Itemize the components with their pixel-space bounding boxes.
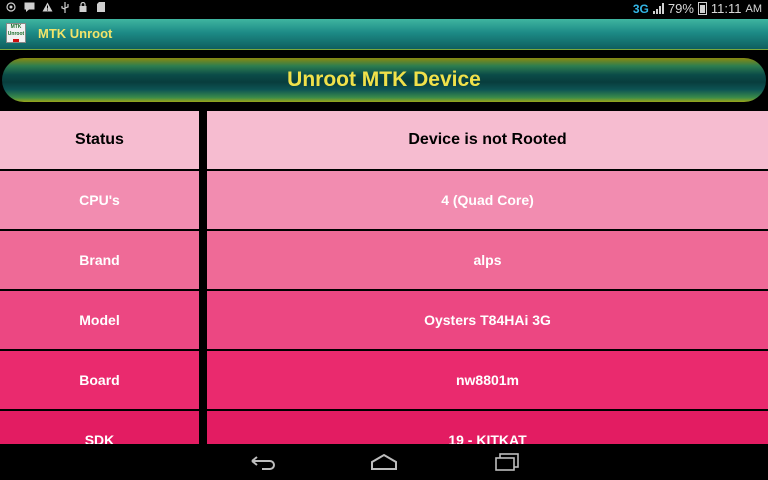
warning-icon xyxy=(42,2,53,12)
battery-icon xyxy=(697,2,707,15)
navigation-bar xyxy=(0,444,768,480)
table-row-status: Status Device is not Rooted xyxy=(0,111,768,169)
lock-icon xyxy=(78,1,88,12)
row-label: SDK xyxy=(0,411,199,444)
recent-apps-icon[interactable] xyxy=(492,452,522,472)
row-label: Board xyxy=(0,351,199,409)
sd-card-icon xyxy=(96,2,106,12)
row-value: 4 (Quad Core) xyxy=(207,171,768,229)
table-row-model: Model Oysters T84HAi 3G xyxy=(0,291,768,349)
app-title: MTK Unroot xyxy=(38,26,113,41)
table-row-board: Board nw8801m xyxy=(0,351,768,409)
table-row-sdk: SDK 19 - KITKAT xyxy=(0,411,768,444)
app-logo-text: MTK Unroot xyxy=(7,24,25,37)
unroot-button-label: Unroot MTK Device xyxy=(287,68,481,91)
unroot-button[interactable]: Unroot MTK Device xyxy=(2,58,766,102)
row-label: Model xyxy=(0,291,199,349)
message-icon xyxy=(24,2,35,12)
battery-percent: 79% xyxy=(667,1,694,16)
row-value: alps xyxy=(207,231,768,289)
whatsapp-icon xyxy=(6,2,16,12)
clock-time: 11:11 xyxy=(710,1,742,16)
table-row-cpus: CPU's 4 (Quad Core) xyxy=(0,171,768,229)
network-type: 3G xyxy=(632,1,649,16)
row-label: Brand xyxy=(0,231,199,289)
row-value: nw8801m xyxy=(207,351,768,409)
row-value: Oysters T84HAi 3G xyxy=(207,291,768,349)
row-label: Status xyxy=(0,111,199,169)
action-bar: MTK Unroot MTK Unroot xyxy=(0,19,768,50)
row-value: Device is not Rooted xyxy=(207,111,768,169)
device-info-table[interactable]: Status Device is not Rooted CPU's 4 (Qua… xyxy=(0,111,768,444)
status-bar: 3G 79% 11:11 AM xyxy=(0,0,768,19)
row-value: 19 - KITKAT xyxy=(207,411,768,444)
signal-icon xyxy=(652,3,664,14)
home-icon[interactable] xyxy=(369,452,399,472)
row-label: CPU's xyxy=(0,171,199,229)
back-icon[interactable] xyxy=(248,452,278,472)
table-row-brand: Brand alps xyxy=(0,231,768,289)
notification-icons xyxy=(6,1,106,13)
usb-icon xyxy=(60,2,70,13)
clock-suffix: AM xyxy=(745,2,763,15)
app-logo-icon[interactable]: MTK Unroot xyxy=(6,23,26,43)
